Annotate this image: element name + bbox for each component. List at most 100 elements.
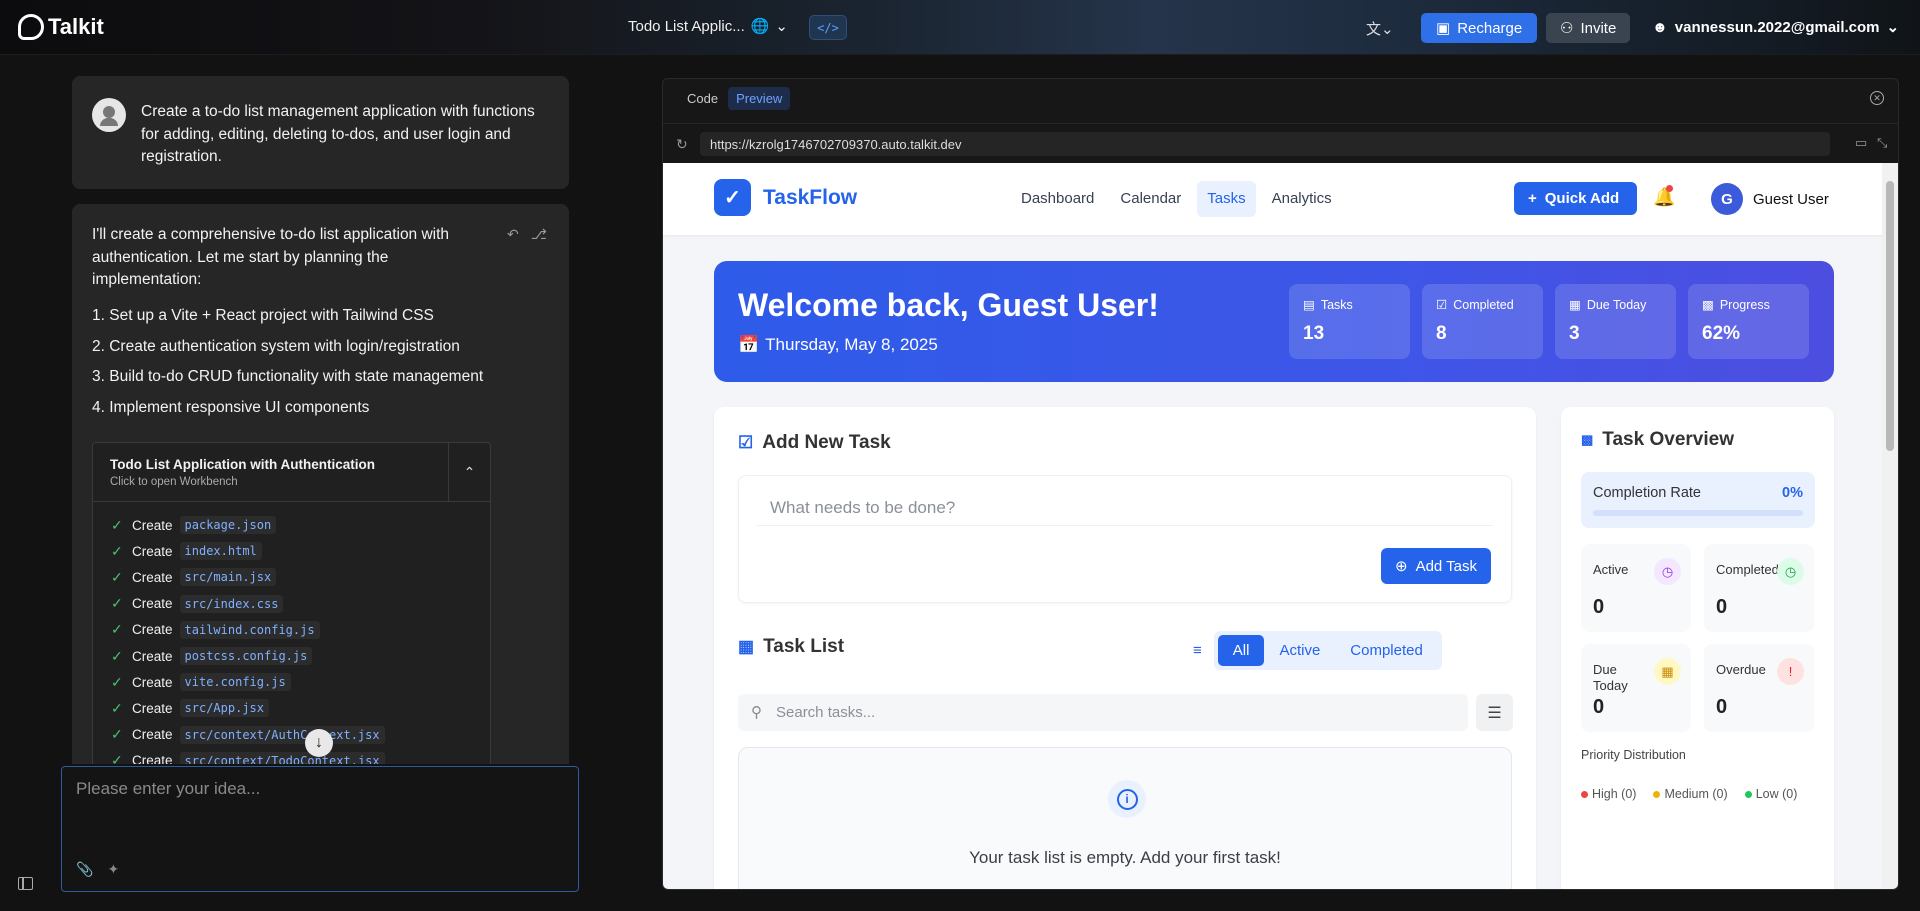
sidebar-toggle-icon[interactable]: [18, 877, 33, 890]
list-item: ✓ Create postcss.config.js: [111, 643, 490, 669]
file-path[interactable]: package.json: [179, 516, 277, 535]
undo-icon[interactable]: ↶: [507, 226, 519, 243]
device-toggle-icon[interactable]: ▭: [1855, 135, 1867, 151]
talkit-logo[interactable]: Talkit: [18, 14, 104, 40]
bar-chart-icon: ▩: [1702, 298, 1714, 312]
stat-label: Progress: [1719, 297, 1770, 312]
collapse-button[interactable]: ⌃: [448, 443, 490, 501]
card-value: 0: [1593, 596, 1605, 618]
app-preview: ✓ TaskFlow Dashboard Calendar Tasks Anal…: [663, 163, 1884, 889]
file-path[interactable]: src/context/TodoContext.jsx: [179, 751, 385, 764]
plan-step: 4. Implement responsive UI components: [92, 398, 370, 416]
nav-dashboard[interactable]: Dashboard: [1011, 181, 1104, 217]
current-date: 📅 Thursday, May 8, 2025: [738, 335, 938, 355]
nav-calendar[interactable]: Calendar: [1110, 181, 1191, 217]
preview-scrollbar[interactable]: [1882, 163, 1898, 889]
welcome-banner: Welcome back, Guest User! 📅 Thursday, Ma…: [714, 261, 1834, 382]
checkbox-icon: ✓: [714, 179, 751, 216]
stat-value: 3: [1569, 323, 1580, 344]
list-item: ✓ Create src/index.css: [111, 591, 490, 617]
file-path[interactable]: src/App.jsx: [179, 699, 270, 718]
language-selector[interactable]: 文⌄: [1366, 18, 1394, 39]
file-path[interactable]: src/main.jsx: [179, 568, 277, 587]
filter-completed[interactable]: Completed: [1335, 635, 1438, 666]
file-path[interactable]: src/index.css: [179, 594, 284, 613]
filter-active[interactable]: Active: [1264, 635, 1335, 666]
list-item: ✓ Create src/context/TodoContext.jsx: [111, 748, 490, 764]
completion-value: 0%: [1782, 485, 1803, 501]
user-message-text: Create a to-do list management applicati…: [141, 103, 535, 165]
tasks-card: ☑ Add New Task ⊕ Add Task ▦ Task List ≡ …: [714, 407, 1536, 889]
url-input[interactable]: [700, 132, 1830, 156]
chevron-up-icon: ⌃: [463, 463, 476, 480]
branch-icon[interactable]: ⎇: [531, 226, 547, 243]
globe-icon: 🌐: [750, 18, 770, 35]
talkit-logo-icon: [18, 14, 44, 40]
sliders-icon[interactable]: ☰: [1476, 694, 1513, 731]
card-value: 0: [1593, 696, 1605, 718]
close-icon[interactable]: ✕: [1870, 91, 1884, 105]
nav-tasks[interactable]: Tasks: [1197, 181, 1256, 217]
stat-label: Completed: [1453, 297, 1514, 312]
workbench-title: Todo List Application with Authenticatio…: [110, 457, 375, 472]
notification-dot: [1666, 185, 1673, 192]
paperclip-icon[interactable]: 📎: [76, 861, 93, 878]
file-path[interactable]: src/context/AuthContext.jsx: [179, 725, 385, 744]
workbench-header[interactable]: Todo List Application with Authenticatio…: [93, 443, 490, 502]
code-toggle-button[interactable]: </>: [809, 15, 847, 40]
filter-all[interactable]: All: [1217, 635, 1265, 666]
calendar-icon: 📅: [738, 335, 760, 354]
action-label: Create: [132, 596, 173, 612]
add-task-button[interactable]: ⊕ Add Task: [1380, 548, 1491, 584]
sparkle-icon[interactable]: ✦: [107, 861, 119, 878]
card-icon: ▣: [1436, 20, 1451, 37]
task-list-heading: ▦ Task List: [738, 636, 844, 658]
action-label: Create: [132, 517, 173, 533]
preview-panel: Code Preview ✕ ↻ ▭ ⤡ ✓ TaskFlow Dashboar…: [662, 78, 1899, 890]
app-name: Talkit: [48, 14, 104, 39]
main-nav: Dashboard Calendar Tasks Analytics: [1011, 181, 1342, 217]
new-task-input[interactable]: [757, 490, 1493, 526]
recharge-label: Recharge: [1457, 19, 1523, 37]
avatar: G: [1711, 183, 1743, 215]
user-avatar: [92, 98, 126, 132]
stat-value: 62%: [1702, 323, 1741, 344]
project-selector[interactable]: Todo List Applic... 🌐 ⌄: [628, 17, 788, 36]
quick-add-button[interactable]: + Quick Add: [1514, 182, 1638, 215]
account-menu[interactable]: ☻ vannessun.2022@gmail.com ⌄: [1652, 18, 1899, 37]
stat-due-today: ▦ Due Today 3: [1555, 284, 1676, 359]
filter-icon[interactable]: ≡: [1193, 642, 1202, 659]
tab-code[interactable]: Code: [679, 87, 726, 110]
file-path[interactable]: vite.config.js: [179, 673, 291, 692]
fullscreen-icon[interactable]: ⤡: [1877, 135, 1887, 151]
invite-button[interactable]: ⚇ Invite: [1546, 13, 1631, 43]
completion-rate: Completion Rate 0%: [1581, 472, 1815, 528]
scroll-to-bottom-button[interactable]: ↓: [305, 729, 333, 757]
action-label: Create: [132, 543, 173, 559]
action-label: Create: [132, 753, 173, 764]
file-path[interactable]: postcss.config.js: [179, 647, 313, 666]
nav-analytics[interactable]: Analytics: [1262, 181, 1342, 217]
app-brand[interactable]: ✓ TaskFlow: [714, 179, 857, 216]
overview-heading: ▩ Task Overview: [1581, 429, 1734, 451]
list-item: ✓ Create src/main.jsx: [111, 564, 490, 590]
action-label: Create: [132, 674, 173, 690]
stat-tasks: ▤ Tasks 13: [1289, 284, 1410, 359]
file-path[interactable]: index.html: [179, 542, 262, 561]
search-input[interactable]: [776, 694, 1456, 731]
workbench-card[interactable]: Todo List Application with Authenticatio…: [92, 442, 491, 764]
stat-progress: ▩ Progress 62%: [1688, 284, 1809, 359]
user-menu[interactable]: G Guest User: [1711, 183, 1829, 215]
user-email: vannessun.2022@gmail.com: [1674, 18, 1880, 36]
bar-chart-icon: ▩: [1581, 432, 1594, 447]
translate-icon: 文⌄: [1366, 21, 1394, 38]
file-path[interactable]: tailwind.config.js: [179, 620, 320, 639]
prompt-input[interactable]: [76, 779, 556, 839]
overview-active: Active 0 ◷: [1581, 544, 1691, 632]
invite-label: Invite: [1580, 19, 1617, 37]
recharge-button[interactable]: ▣ Recharge: [1421, 13, 1538, 43]
tab-preview[interactable]: Preview: [728, 87, 791, 110]
reload-icon[interactable]: ↻: [676, 136, 688, 153]
plan-steps: 1. Set up a Vite + React project with Ta…: [92, 301, 483, 423]
calendar-icon: ▦: [1654, 658, 1681, 685]
